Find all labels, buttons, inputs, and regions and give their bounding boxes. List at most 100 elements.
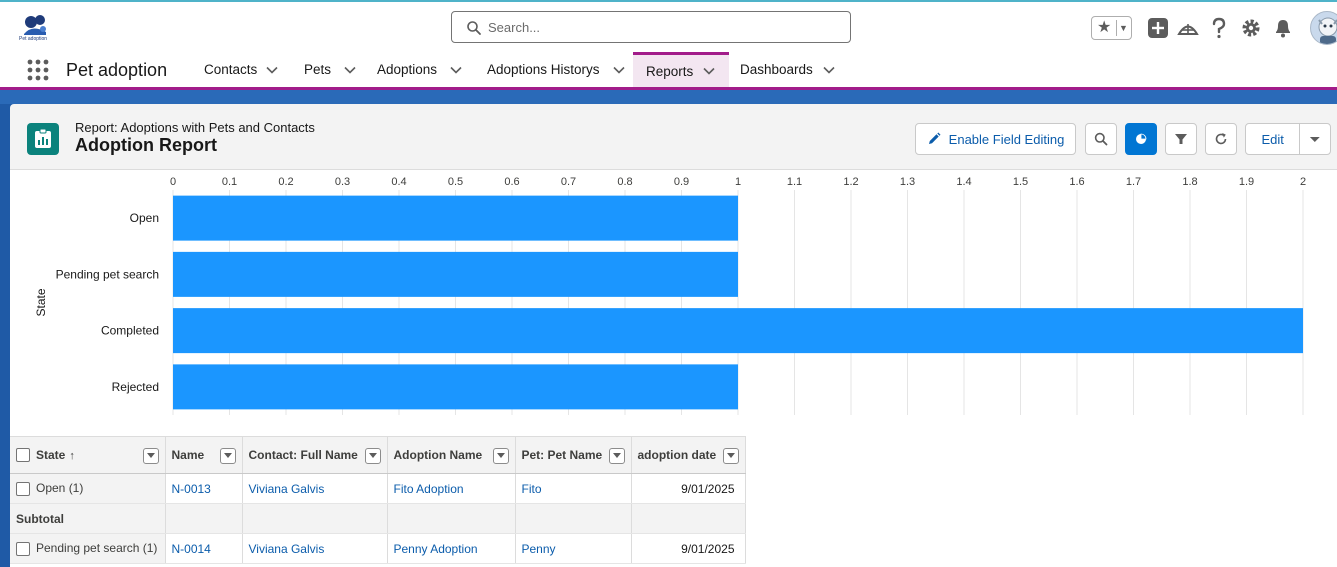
help-icon[interactable] <box>1208 17 1230 39</box>
report-type: Report: Adoptions with Pets and Contacts <box>75 120 315 135</box>
filter-button[interactable] <box>1165 123 1197 155</box>
x-tick-label: 1.5 <box>1013 176 1028 188</box>
column-header-adoption-date[interactable]: adoption date <box>631 436 746 474</box>
y-axis-title: State <box>34 288 48 316</box>
row-checkbox[interactable] <box>16 541 30 556</box>
toggle-chart-button[interactable] <box>1125 123 1157 155</box>
gear-icon[interactable] <box>1240 17 1262 39</box>
table-row: Pending pet search (1) N-0014 Viviana Ga… <box>10 533 746 564</box>
caret-down-icon[interactable] <box>1300 132 1330 146</box>
column-menu-button[interactable] <box>722 448 739 464</box>
chevron-down-icon[interactable] <box>343 63 357 77</box>
contact-link[interactable]: Viviana Galvis <box>242 473 388 504</box>
pet-link[interactable]: Fito <box>515 473 632 504</box>
group-cell: Open (1) <box>10 473 166 504</box>
adoption-link[interactable]: Fito Adoption <box>387 473 516 504</box>
page-title: Adoption Report <box>75 135 217 155</box>
data-table: State ↑ Name Contact: Full Name Adoption … <box>10 436 746 564</box>
refresh-button[interactable] <box>1205 123 1237 155</box>
record-name-link[interactable]: N-0013 <box>165 473 243 504</box>
x-tick-label: 1.4 <box>956 176 971 188</box>
report-header: Report: Adoptions with Pets and Contacts… <box>10 104 1337 170</box>
star-icon: ★ <box>1097 19 1112 36</box>
favorites-button[interactable]: ★ ▼ <box>1091 16 1132 40</box>
nav-item-label: Contacts <box>204 62 258 77</box>
report-icon <box>27 123 59 155</box>
x-tick-label: 1.6 <box>1069 176 1084 188</box>
x-tick-label: 0.8 <box>617 176 632 188</box>
nav-item-adoptions-historys[interactable]: Adoptions Historys <box>487 52 626 87</box>
x-tick-label: 0.5 <box>448 176 463 188</box>
column-menu-button[interactable] <box>142 448 159 464</box>
app-navigation-bar: Pet adoption Contacts Pets Adoptions Ado… <box>0 52 1337 90</box>
subtotal-row: Subtotal <box>10 503 746 534</box>
nav-item-label: Adoptions Historys <box>487 62 600 77</box>
column-menu-button[interactable] <box>364 448 381 464</box>
nav-item-label: Adoptions <box>377 62 438 77</box>
column-header-name[interactable]: Name <box>165 436 243 474</box>
select-all-checkbox[interactable] <box>16 448 30 463</box>
contact-link[interactable]: Viviana Galvis <box>242 533 388 564</box>
category-label: Rejected <box>112 380 159 394</box>
column-header-contact[interactable]: Contact: Full Name <box>242 436 388 474</box>
column-menu-button[interactable] <box>608 448 625 464</box>
nav-item-label: Pets <box>304 62 332 77</box>
x-tick-label: 2 <box>1300 176 1306 188</box>
row-checkbox[interactable] <box>16 481 30 496</box>
column-menu-button[interactable] <box>219 448 236 464</box>
x-tick-label: 1.3 <box>900 176 915 188</box>
nav-item-reports[interactable]: Reports <box>633 52 729 87</box>
search-icon <box>1094 132 1108 146</box>
record-name-link[interactable]: N-0014 <box>165 533 243 564</box>
nav-item-dashboards[interactable]: Dashboards <box>740 52 836 87</box>
category-label: Open <box>130 211 159 225</box>
category-label: Completed <box>101 324 159 338</box>
nav-item-label: Dashboards <box>740 62 813 77</box>
table-row: Open (1) N-0013 Viviana Galvis Fito Adop… <box>10 473 746 504</box>
edit-button[interactable]: Edit <box>1246 132 1299 147</box>
bar <box>173 195 738 241</box>
x-tick-label: 0 <box>170 176 176 188</box>
column-menu-button[interactable] <box>492 448 509 464</box>
sort-ascending-icon[interactable]: ↑ <box>69 450 75 462</box>
button-label: Enable Field Editing <box>948 131 1065 147</box>
adoption-date-cell: 9/01/2025 <box>631 473 746 504</box>
nav-item-adoptions[interactable]: Adoptions <box>377 52 463 87</box>
x-tick-label: 1.9 <box>1239 176 1254 188</box>
app-name: Pet adoption <box>66 60 168 80</box>
x-tick-label: 0.1 <box>222 176 237 188</box>
chevron-down-icon[interactable] <box>265 63 279 77</box>
filter-icon <box>1175 134 1187 144</box>
enable-field-editing-button[interactable]: Enable Field Editing <box>915 123 1076 155</box>
chevron-down-icon[interactable] <box>822 63 836 77</box>
app-launcher-icon[interactable] <box>27 59 49 81</box>
pencil-icon <box>928 132 941 144</box>
trailhead-icon[interactable] <box>1177 17 1199 39</box>
chevron-down-icon[interactable] <box>702 64 716 78</box>
global-actions-icon[interactable] <box>1147 17 1169 39</box>
column-header-state[interactable]: State ↑ <box>10 436 166 474</box>
adoption-link[interactable]: Penny Adoption <box>387 533 516 564</box>
nav-item-pets[interactable]: Pets <box>304 52 357 87</box>
bar-chart: 0 0.1 0.2 0.3 0.4 0.5 0.6 0.7 0.8 0.9 1 1.1 1.2 1.3 1.… <box>34 176 1306 415</box>
x-tick-label: 1 <box>735 176 741 188</box>
x-tick-label: 1.2 <box>843 176 858 188</box>
search-input[interactable] <box>488 16 838 38</box>
search-icon <box>467 21 481 35</box>
avatar[interactable] <box>1310 11 1337 45</box>
pet-link[interactable]: Penny <box>515 533 632 564</box>
x-tick-label: 0.6 <box>504 176 519 188</box>
refresh-icon <box>1215 133 1227 145</box>
column-header-pet-name[interactable]: Pet: Pet Name <box>515 436 632 474</box>
chevron-down-icon[interactable] <box>449 63 463 77</box>
column-header-adoption-name[interactable]: Adoption Name <box>387 436 516 474</box>
bell-icon[interactable] <box>1272 17 1294 39</box>
global-search[interactable] <box>451 11 851 43</box>
bar <box>173 364 738 410</box>
nav-item-contacts[interactable]: Contacts <box>204 52 279 87</box>
pie-chart-icon <box>1136 133 1147 144</box>
search-report-button[interactable] <box>1085 123 1117 155</box>
bar <box>173 251 738 297</box>
app-logo[interactable]: Pet adoption <box>16 10 56 44</box>
chevron-down-icon[interactable] <box>612 63 626 77</box>
